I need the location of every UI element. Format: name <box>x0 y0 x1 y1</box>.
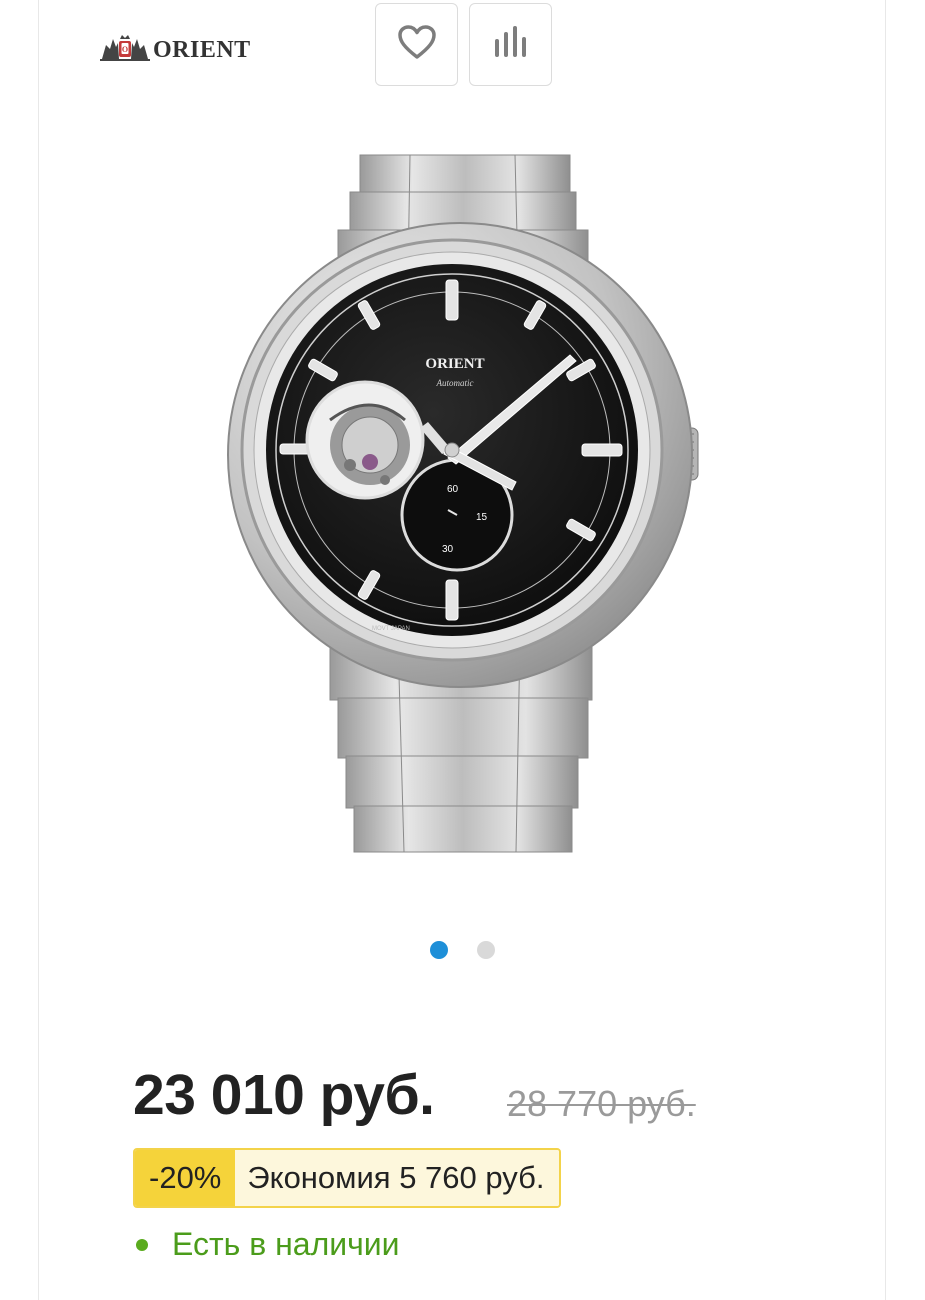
in-stock-dot-icon <box>136 1238 148 1251</box>
dial-subtitle: Automatic <box>436 378 474 388</box>
slider-dot-2[interactable] <box>477 941 495 959</box>
current-price: 23 010 руб. <box>133 1063 435 1127</box>
heart-icon <box>397 24 437 65</box>
availability-text: Есть в наличии <box>172 1226 400 1262</box>
subdial-15: 15 <box>476 512 488 523</box>
watch-photo: 60 15 30 ORIENT Automatic MOVT JAPAN <box>227 154 699 853</box>
bar-chart-icon <box>492 25 530 64</box>
availability: Есть в наличии <box>133 1226 400 1263</box>
slider-dot-1[interactable] <box>430 941 448 959</box>
discount-saving: Экономия 5 760 руб. <box>235 1150 559 1206</box>
dial-movt: MOVT JAPAN <box>372 626 410 632</box>
dial-brand: ORIENT <box>425 356 484 372</box>
discount-percent: -20% <box>135 1150 236 1206</box>
compare-button[interactable] <box>469 3 552 86</box>
product-image[interactable]: 60 15 30 ORIENT Automatic MOVT JAPAN <box>220 150 710 860</box>
old-price: 28 770 руб. <box>507 1083 696 1124</box>
discount-badge: -20% Экономия 5 760 руб. <box>133 1148 561 1208</box>
subdial-60: 60 <box>447 484 459 495</box>
subdial-30: 30 <box>442 544 454 555</box>
svg-text:O: O <box>122 45 128 54</box>
orient-crest-icon: O <box>100 33 150 68</box>
brand-logo[interactable]: O ORIENT <box>100 32 251 68</box>
favorite-button[interactable] <box>375 3 458 86</box>
brand-name: ORIENT <box>153 36 251 63</box>
